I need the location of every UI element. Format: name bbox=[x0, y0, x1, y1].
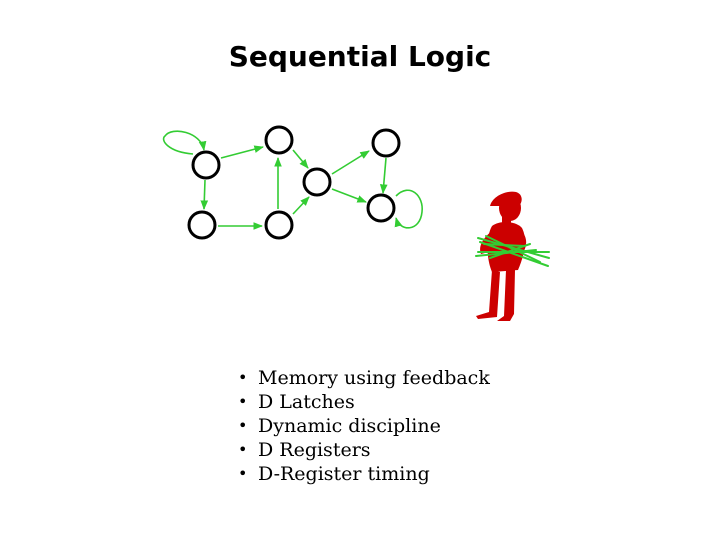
bullet-item: D Registers bbox=[238, 438, 490, 462]
bullet-item: D Latches bbox=[238, 390, 490, 414]
bullet-item: D-Register timing bbox=[238, 462, 490, 486]
bullet-item: Dynamic discipline bbox=[238, 414, 490, 438]
bullet-list: Memory using feedback D Latches Dynamic … bbox=[238, 366, 490, 486]
bullet-item: Memory using feedback bbox=[238, 366, 490, 390]
